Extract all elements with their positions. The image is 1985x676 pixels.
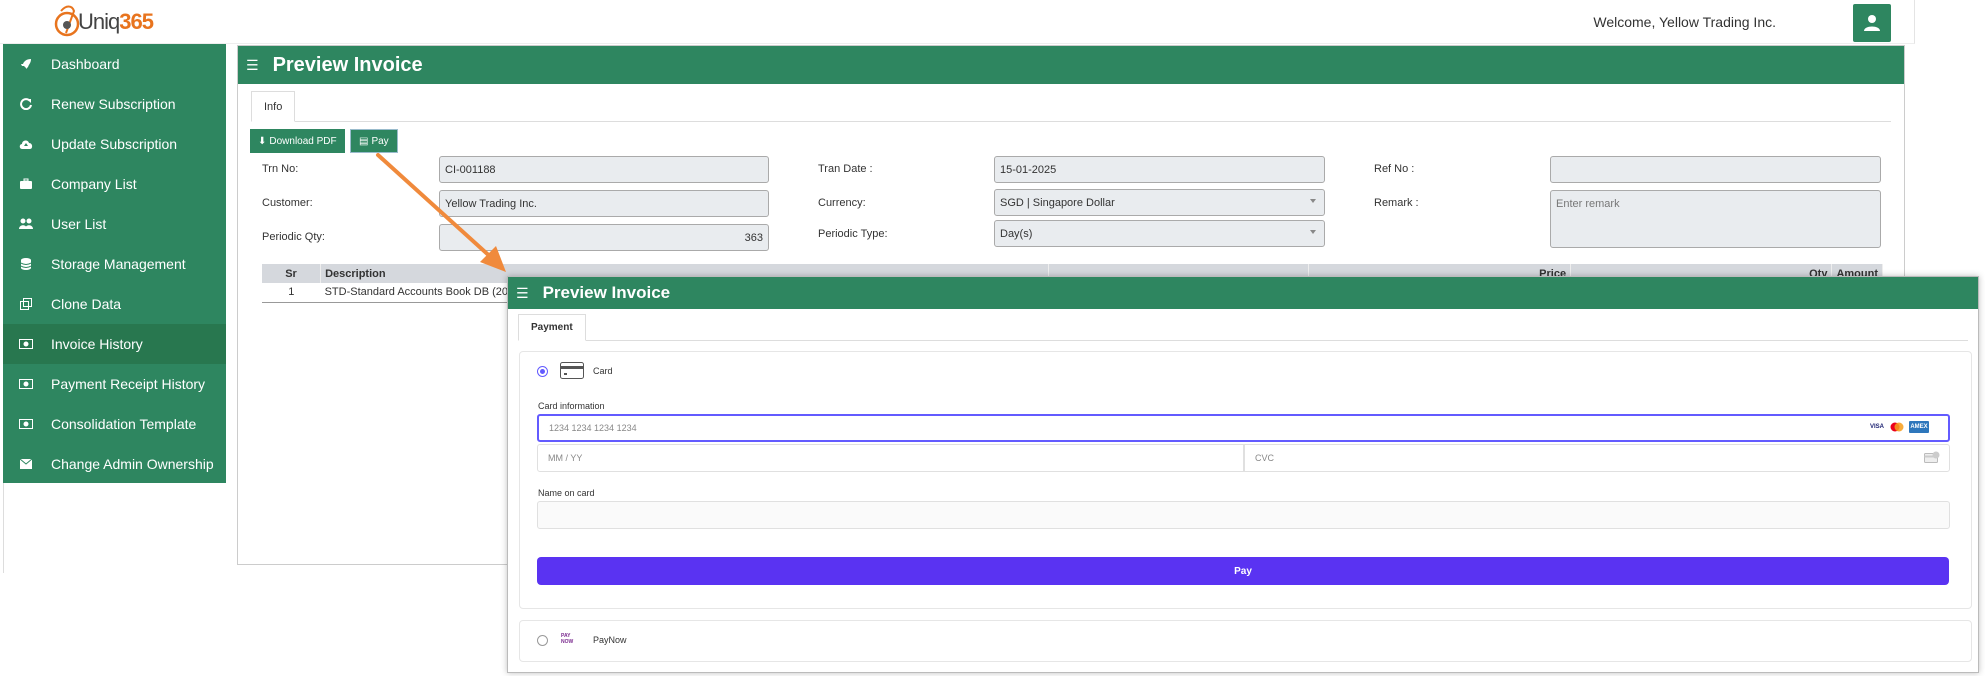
sidebar-item-payment-receipt-history[interactable]: Payment Receipt History <box>3 364 226 404</box>
tab-payment[interactable]: Payment <box>518 314 586 341</box>
briefcase-icon <box>17 178 35 190</box>
sidebar-item-label: Dashboard <box>51 56 120 72</box>
sidebar: Dashboard Renew Subscription Update Subs… <box>3 44 226 483</box>
currency-label: Currency: <box>818 197 866 209</box>
tab-bar: Info <box>251 91 1891 122</box>
money-icon <box>17 339 35 349</box>
hamburger-icon[interactable]: ☰ <box>516 285 529 302</box>
download-icon: ⬇ <box>258 135 267 147</box>
sidebar-item-label: Consolidation Template <box>51 416 197 432</box>
user-icon <box>1864 15 1880 31</box>
annotation-arrow-icon <box>376 153 506 272</box>
users-icon <box>17 218 35 230</box>
chevron-down-icon <box>1310 230 1316 234</box>
modal-header: ☰ Preview Invoice <box>508 277 1978 309</box>
sidebar-item-label: Storage Management <box>51 256 186 272</box>
logo-icon <box>52 3 82 41</box>
logo[interactable]: Uniq365 <box>52 3 154 41</box>
expiry-input[interactable]: MM / YY <box>537 444 1244 472</box>
sidebar-item-renew-subscription[interactable]: Renew Subscription <box>3 84 226 124</box>
sidebar-item-label: Payment Receipt History <box>51 376 206 392</box>
ref-no-field[interactable] <box>1550 156 1881 183</box>
envelope-icon <box>17 459 35 469</box>
sidebar-item-update-subscription[interactable]: Update Subscription <box>3 124 226 164</box>
cloud-upload-icon <box>17 138 35 150</box>
trn-no-label: Trn No: <box>262 163 299 175</box>
customer-label: Customer: <box>262 197 313 209</box>
sidebar-item-label: Company List <box>51 176 137 192</box>
sidebar-item-label: User List <box>51 216 107 232</box>
periodic-type-select[interactable]: Day(s) <box>994 220 1325 247</box>
modal-title: Preview Invoice <box>542 283 671 302</box>
sidebar-item-consolidation-template[interactable]: Consolidation Template <box>3 404 226 444</box>
money-icon <box>17 379 35 389</box>
database-icon <box>17 258 35 270</box>
ref-no-label: Ref No : <box>1374 163 1415 175</box>
panel-header: ☰ Preview Invoice <box>238 46 1904 84</box>
sidebar-item-change-admin-ownership[interactable]: Change Admin Ownership <box>3 444 226 484</box>
remark-label: Remark : <box>1374 197 1419 209</box>
visa-icon: VISA <box>1869 424 1884 430</box>
sidebar-item-label: Change Admin Ownership <box>51 456 214 472</box>
tran-date-label: Tran Date : <box>818 163 873 175</box>
periodic-qty-label: Periodic Qty: <box>262 231 325 243</box>
cvc-card-icon <box>1924 451 1940 463</box>
sidebar-item-label: Renew Subscription <box>51 96 176 112</box>
sidebar-item-user-list[interactable]: User List <box>3 204 226 244</box>
payment-modal: ☰ Preview Invoice Payment Card Card info… <box>507 276 1979 673</box>
cvc-input[interactable]: CVC <box>1244 444 1950 472</box>
tab-info[interactable]: Info <box>251 91 296 122</box>
download-pdf-button[interactable]: ⬇ Download PDF <box>250 129 345 153</box>
welcome-text: Welcome, Yellow Trading Inc. <box>1593 14 1776 30</box>
paynow-radio[interactable] <box>537 635 548 646</box>
refresh-icon <box>17 98 35 110</box>
sidebar-item-clone-data[interactable]: Clone Data <box>3 284 226 324</box>
money-icon <box>17 419 35 429</box>
pay-submit-button[interactable]: Pay <box>537 557 1949 585</box>
tran-date-field[interactable]: 15-01-2025 <box>994 156 1325 183</box>
amex-icon: AMEX <box>1909 421 1929 433</box>
page-title: Preview Invoice <box>272 53 423 76</box>
sidebar-item-dashboard[interactable]: Dashboard <box>3 44 226 84</box>
name-on-card-input[interactable] <box>537 501 1950 529</box>
modal-tab-bar: Payment <box>518 314 1968 341</box>
sidebar-item-company-list[interactable]: Company List <box>3 164 226 204</box>
sidebar-item-label: Update Subscription <box>51 136 178 152</box>
card-info-label: Card information <box>538 401 605 411</box>
credit-card-icon: ▤ <box>359 135 369 147</box>
sidebar-item-invoice-history[interactable]: Invoice History <box>3 324 226 364</box>
card-number-input[interactable]: 1234 1234 1234 1234 <box>537 414 1950 442</box>
logo-text: Uniq365 <box>78 9 154 34</box>
top-bar: Uniq365 Welcome, Yellow Trading Inc. <box>0 0 1915 44</box>
paynow-logo-icon: PAY NOW <box>561 633 574 645</box>
hamburger-icon[interactable]: ☰ <box>246 57 259 74</box>
cell-sr: 1 <box>262 283 321 303</box>
credit-card-icon <box>560 362 584 379</box>
clone-icon <box>17 298 35 310</box>
mastercard-icon <box>1888 421 1906 433</box>
currency-select[interactable]: SGD | Singapore Dollar <box>994 189 1325 216</box>
remark-textarea[interactable]: Enter remark <box>1550 190 1881 248</box>
rocket-icon <box>17 58 35 70</box>
sidebar-item-label: Invoice History <box>51 336 143 352</box>
user-menu-button[interactable] <box>1853 4 1891 42</box>
periodic-type-label: Periodic Type: <box>818 228 888 240</box>
paynow-label: PayNow <box>593 635 627 645</box>
name-on-card-label: Name on card <box>538 488 595 498</box>
card-radio[interactable] <box>537 366 548 377</box>
card-payment-option: Card Card information 1234 1234 1234 123… <box>519 351 1972 609</box>
col-sr: Sr <box>262 264 322 283</box>
sidebar-item-label: Clone Data <box>51 296 122 312</box>
card-label: Card <box>593 366 613 376</box>
sidebar-footer <box>3 483 226 573</box>
sidebar-item-storage-management[interactable]: Storage Management <box>3 244 226 284</box>
paynow-payment-option: PAY NOW PayNow <box>519 620 1972 662</box>
chevron-down-icon <box>1310 199 1316 203</box>
